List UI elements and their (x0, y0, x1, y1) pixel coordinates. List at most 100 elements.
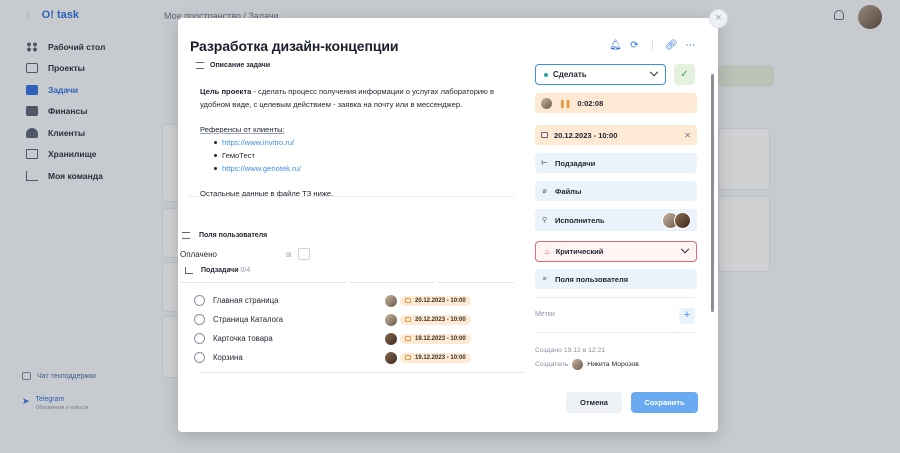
priority-select[interactable]: ♨ Критический (535, 241, 697, 262)
time-tracker[interactable]: ❚❚ 0:02:08 (535, 93, 697, 113)
ref-text: ГемоТест (222, 151, 255, 160)
ref-link[interactable]: https://www.genotek.ru/ (222, 164, 301, 173)
divider (652, 39, 653, 51)
column-line (438, 282, 514, 283)
executor-button[interactable]: ⚲ Исполнитель (535, 209, 697, 231)
subtask-row[interactable]: Корзина 19.12.2023 - 10:00 (194, 348, 514, 367)
subtask-name[interactable]: Карточка товара (213, 334, 385, 343)
scrollbar[interactable] (711, 74, 714, 312)
executor-avatars (662, 211, 691, 229)
refs-label: Референсы от клиенты: (200, 125, 285, 134)
custom-fields-button[interactable]: ≡ Поля пользователя (535, 269, 697, 289)
more-icon[interactable]: ⋯ (685, 40, 696, 51)
task-title[interactable]: Разработка дизайн-концепции (190, 38, 398, 54)
subtask-date-text: 20.12.2023 - 10:00 (415, 297, 466, 304)
fields-icon (182, 232, 190, 239)
subtask-date[interactable]: 20.12.2023 - 10:00 (400, 314, 471, 325)
fields-icon: ≡ (542, 275, 547, 283)
list-item: ГемоТест (214, 149, 522, 162)
save-button[interactable]: Сохранить (631, 392, 698, 413)
status-row: Сделать ✓ (535, 64, 697, 85)
status-value: Сделать (553, 70, 587, 79)
subtask-checkbox[interactable] (194, 333, 205, 344)
subtasks-button[interactable]: ⊢ Подзадачи (535, 153, 697, 173)
priority-value: Критический (555, 247, 604, 256)
modal-footer: Отмена Сохранить (566, 392, 698, 413)
task-description[interactable]: Цель проекта - сделать процесс получения… (200, 85, 522, 200)
modal-header-actions: 🔔︎ ⟳ 🔗︎ ⋯ (609, 39, 696, 51)
subtask-name[interactable]: Главная страница (213, 296, 385, 305)
divider (535, 297, 697, 298)
subtask-date-text: 19.12.2023 - 10:00 (415, 335, 466, 342)
subtasks-header (180, 282, 514, 284)
subtasks-count: 0/4 (240, 267, 251, 274)
subtask-row[interactable]: Карточка товара 19.12.2023 - 10:00 (194, 329, 514, 348)
status-dot (544, 72, 548, 77)
ref-link[interactable]: https://www.invitro.ru/ (222, 138, 294, 147)
subtask-date[interactable]: 19.12.2023 - 10:00 (400, 352, 471, 363)
subtask-checkbox[interactable] (194, 295, 205, 306)
button-label: Поля пользователя (555, 274, 629, 284)
paid-field-label: Оплачено (180, 250, 217, 259)
divider (188, 196, 514, 197)
avatar (385, 294, 397, 307)
button-label: Файлы (555, 186, 582, 196)
calendar-icon (405, 298, 411, 303)
subtask-name[interactable]: Корзина (213, 353, 385, 362)
description-section-label: Описание задачи (196, 62, 528, 69)
checkbox-field-icon: ⊠ (286, 252, 292, 259)
tags-row: Метки + (535, 306, 697, 326)
task-main-column: Описание задачи Цель проекта - сделать п… (190, 62, 528, 200)
creator: Создатель Никита Морозов (535, 359, 697, 370)
notification-icon[interactable]: 🔔︎ (609, 40, 622, 51)
user-icon: ⚲ (541, 217, 548, 224)
subtask-checkbox[interactable] (194, 352, 205, 363)
status-select[interactable]: Сделать (535, 64, 666, 85)
repeat-icon[interactable]: ⟳ (629, 40, 640, 51)
column-line (350, 282, 434, 283)
goal-label: Цель проекта (200, 87, 252, 96)
complete-button[interactable]: ✓ (674, 64, 695, 85)
cancel-button[interactable]: Отмена (566, 392, 622, 413)
close-button[interactable]: × (709, 9, 728, 28)
files-button[interactable]: ⌀ Файлы (535, 181, 697, 201)
subtask-date[interactable]: 19.12.2023 - 10:00 (400, 333, 471, 344)
deadline-field[interactable]: 20.12.2023 - 10:00 ✕ (535, 125, 697, 145)
creator-name[interactable]: Никита Морозов (587, 361, 639, 368)
calendar-icon (405, 336, 411, 341)
calendar-icon (541, 132, 548, 138)
text-icon (196, 62, 204, 69)
add-tag-button[interactable]: + (679, 308, 695, 324)
avatar (385, 332, 397, 345)
paperclip-icon: ⌀ (542, 188, 547, 195)
list-item: https://www.genotek.ru/ (214, 162, 522, 175)
custom-fields-label: Поля пользователя (182, 232, 267, 239)
calendar-icon (405, 317, 411, 322)
clear-icon[interactable]: ✕ (684, 131, 691, 140)
button-label: Подзадачи (555, 158, 596, 168)
subtask-date[interactable]: 20.12.2023 - 10:00 (400, 295, 471, 306)
link-icon[interactable]: 🔗︎ (665, 40, 678, 51)
subtasks-list: Главная страница 20.12.2023 - 10:00 Стра… (194, 291, 514, 367)
creator-label: Создатель (535, 361, 569, 368)
created-at: Создано 19.12 в 12:21 (535, 347, 606, 354)
divider (535, 332, 697, 333)
section-title: Поля пользователя (199, 232, 268, 239)
avatar (674, 211, 691, 229)
section-title: Подзадачи (201, 267, 239, 274)
subtask-row[interactable]: Главная страница 20.12.2023 - 10:00 (194, 291, 514, 310)
subtask-name[interactable]: Страница Каталога (213, 315, 385, 324)
check-icon: ✓ (680, 69, 689, 80)
avatar (385, 313, 397, 326)
button-label: Исполнитель (555, 215, 605, 225)
task-side-panel: Сделать ✓ ❚❚ 0:02:08 20.12.2023 - 10:00 … (535, 64, 697, 370)
tags-label: Метки (535, 310, 555, 318)
refs-list: https://www.invitro.ru/ ГемоТест https:/… (214, 136, 522, 175)
subtask-checkbox[interactable] (194, 314, 205, 325)
paid-checkbox[interactable] (298, 248, 310, 260)
calendar-icon (405, 355, 411, 360)
subtasks-icon: ⊢ (541, 160, 548, 167)
pause-icon[interactable]: ❚❚ (559, 99, 571, 108)
description-goal: Цель проекта - сделать процесс получения… (200, 85, 522, 111)
subtask-row[interactable]: Страница Каталога 20.12.2023 - 10:00 (194, 310, 514, 329)
